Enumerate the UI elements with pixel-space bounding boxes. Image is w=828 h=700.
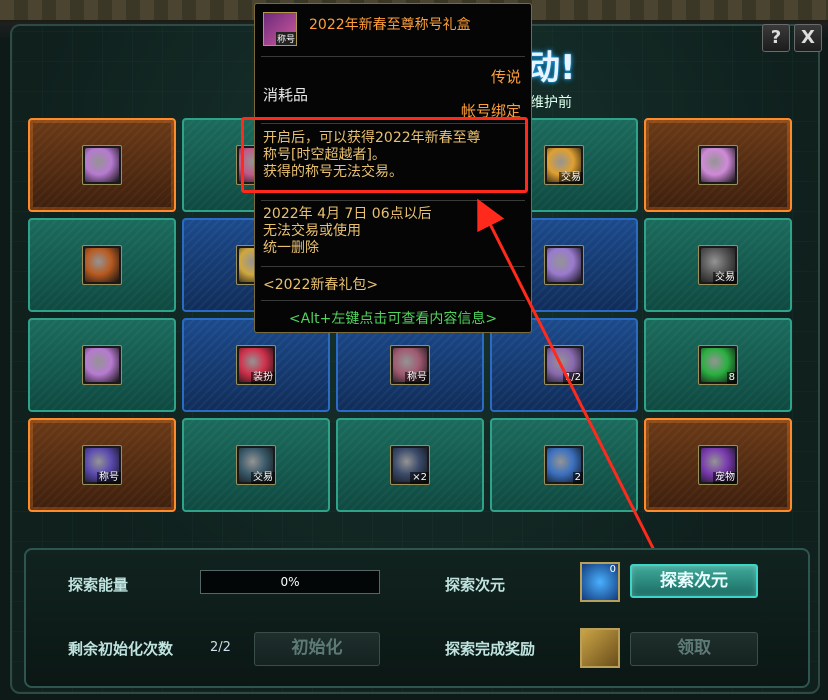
item-tag: 称号	[275, 32, 296, 45]
cell-3-5[interactable]: 8	[644, 318, 792, 412]
item-art	[701, 148, 735, 182]
claim-button[interactable]: 领取	[630, 632, 758, 666]
divider	[261, 300, 525, 301]
blue-gem-icon[interactable]: 0	[580, 562, 620, 602]
item-tag: ×2	[410, 472, 429, 484]
reward-item-icon[interactable]: 称号	[82, 445, 122, 485]
item-tag: 称号	[97, 472, 121, 484]
reward-item-icon[interactable]: 装扮	[236, 345, 276, 385]
item-tag: 交易	[559, 172, 583, 184]
cell-4-3[interactable]: ×2	[336, 418, 484, 512]
item-tag: 称号	[405, 372, 429, 384]
reward-item-icon[interactable]	[82, 245, 122, 285]
tooltip-package: <2022新春礼包>	[263, 277, 379, 293]
cell-2-5[interactable]: 交易	[644, 218, 792, 312]
reward-item-icon[interactable]	[698, 145, 738, 185]
tooltip-category: 消耗品	[263, 86, 309, 104]
reward-item-icon[interactable]: 1/2	[544, 345, 584, 385]
page-subtitle: 维护前	[530, 95, 572, 111]
reward-item-icon[interactable]: 8	[698, 345, 738, 385]
explore-label: 探索次元	[445, 576, 506, 594]
help-button[interactable]: ?	[762, 24, 790, 52]
item-art	[85, 148, 119, 182]
item-tag: 8	[726, 372, 737, 384]
reward-item-icon[interactable]: 宠物	[698, 445, 738, 485]
slot-count: 0	[609, 564, 616, 575]
cell-4-2[interactable]: 交易	[182, 418, 330, 512]
item-tag: 2	[572, 472, 583, 484]
cell-2-1[interactable]	[28, 218, 176, 312]
dimension-explore-window: ? X 动! 维护前 交易 交易 装扮 称号 1/2 8 称号 交易 ×2 2 宠物 称号 2022…	[0, 0, 828, 700]
reward-item-icon[interactable]: 交易	[698, 245, 738, 285]
cell-4-1[interactable]: 称号	[28, 418, 176, 512]
item-tag: 交易	[713, 272, 737, 284]
tooltip-title: 2022年新春至尊称号礼盒	[309, 17, 471, 33]
item-art	[85, 248, 119, 282]
energy-value: 0%	[280, 575, 300, 589]
tooltip-hint: <Alt+左键点击可查看内容信息>	[288, 311, 498, 327]
divider	[261, 56, 525, 57]
highlight-box	[241, 117, 528, 193]
cell-1-1[interactable]	[28, 118, 176, 212]
reward-item-icon[interactable]: 交易	[544, 145, 584, 185]
reward-item-icon[interactable]: 交易	[236, 445, 276, 485]
explore-button[interactable]: 探索次元	[630, 564, 758, 598]
treasure-box-icon[interactable]	[580, 628, 620, 668]
expiry-line: 统一删除	[263, 240, 319, 256]
reset-button[interactable]: 初始化	[254, 632, 380, 666]
item-art	[85, 348, 119, 382]
reward-item-icon[interactable]: 称号	[390, 345, 430, 385]
reset-label: 剩余初始化次数	[68, 640, 174, 658]
reward-item-icon[interactable]	[544, 245, 584, 285]
tooltip-expiry: 2022年 4月 7日 06点以后 无法交易或使用 统一删除	[263, 206, 523, 257]
reward-item-icon[interactable]: ×2	[390, 445, 430, 485]
cell-3-1[interactable]	[28, 318, 176, 412]
expiry-line: 无法交易或使用	[263, 223, 361, 239]
reward-item-icon[interactable]: 2	[544, 445, 584, 485]
expiry-line: 2022年 4月 7日 06点以后	[263, 206, 432, 222]
item-tag: 宠物	[713, 472, 737, 484]
page-title: 动!	[526, 48, 576, 88]
reward-item-icon[interactable]	[82, 345, 122, 385]
reward-label: 探索完成奖励	[445, 640, 536, 658]
divider	[261, 266, 525, 267]
energy-progress-bar: 0%	[200, 570, 380, 594]
item-tag: 装扮	[251, 372, 275, 384]
reset-count: 2/2	[210, 640, 231, 655]
item-tag: 交易	[251, 472, 275, 484]
cell-1-5[interactable]	[644, 118, 792, 212]
tooltip-rarity: 传说	[490, 68, 521, 86]
cell-4-5[interactable]: 宠物	[644, 418, 792, 512]
cell-4-4[interactable]: 2	[490, 418, 638, 512]
reward-item-icon[interactable]	[82, 145, 122, 185]
close-button[interactable]: X	[794, 24, 822, 52]
item-tag: 1/2	[562, 372, 583, 384]
energy-label: 探索能量	[68, 576, 129, 594]
title-box-icon: 称号	[263, 12, 297, 46]
divider	[261, 200, 525, 201]
item-art	[547, 248, 581, 282]
